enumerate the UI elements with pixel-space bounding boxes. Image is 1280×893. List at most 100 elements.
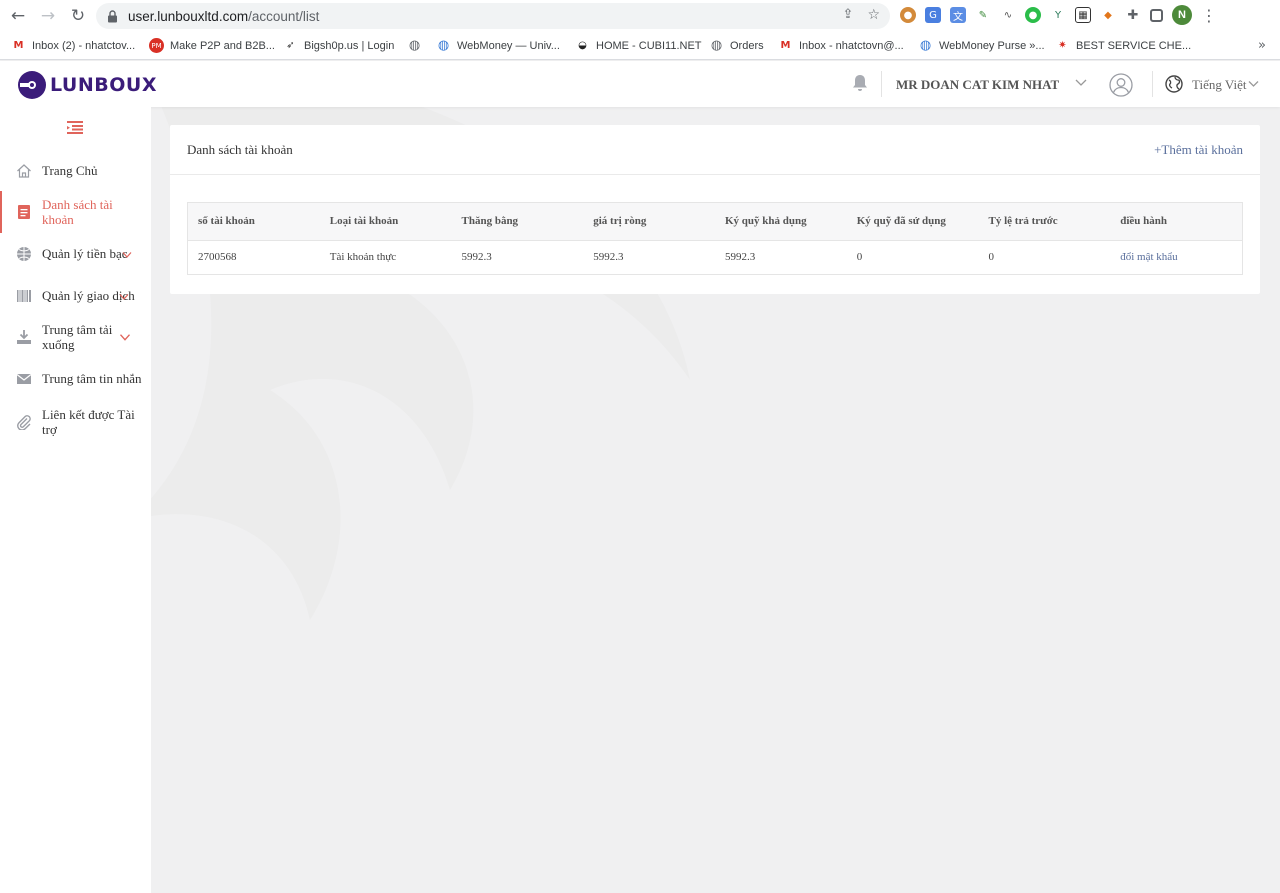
cell-balance: 5992.3 [461, 251, 492, 264]
bookmark-item[interactable]: ◍ [407, 38, 428, 53]
green-extension-icon[interactable]: ● [1025, 7, 1041, 23]
sidebar-item-download-center[interactable]: Trung tâm tải xuống [0, 319, 151, 355]
profile-avatar[interactable]: N [1172, 5, 1192, 25]
table-row: 2700568 Tài khoản thực 5992.3 5992.3 599… [188, 240, 1242, 274]
cell-available-margin: 5992.3 [725, 251, 756, 264]
header-divider [881, 71, 882, 97]
webmoney-icon: ◍ [437, 38, 450, 53]
extensions-bar: ● G 文 ✎ ∿ ● Y ▦ ◆ ✚ N ⋮ [900, 5, 1217, 25]
puzzle-extension-icon[interactable]: ✚ [1125, 7, 1141, 23]
rocket-icon: ➶ [286, 40, 295, 51]
sidepanel-icon[interactable] [1150, 8, 1163, 22]
download-icon [17, 330, 31, 344]
col-available-margin: Ký quỹ khả dụng [715, 203, 847, 241]
bookmark-item[interactable]: M Inbox (2) - nhatctov... [11, 38, 136, 53]
bookmark-item[interactable]: ✷ BEST SERVICE CHE... [1055, 38, 1191, 53]
globe-money-icon [17, 247, 31, 261]
share-icon[interactable]: ⇪ [843, 7, 854, 23]
address-bar[interactable]: user.lunbouxltd.com/account/list ⇪ ☆ [96, 3, 890, 29]
col-account-number: số tài khoản [188, 203, 320, 241]
bell-icon[interactable] [852, 74, 868, 92]
sidebar-item-money-management[interactable]: Quản lý tiền bạc [0, 241, 151, 267]
account-table: số tài khoản Loại tài khoản Thăng bằng g… [187, 202, 1243, 275]
webmoney-icon: ◍ [919, 38, 932, 53]
bookmark-item[interactable]: ◍ WebMoney Purse »... [918, 38, 1045, 53]
sidebar-item-sponsored-links[interactable]: Liên kết được Tài trợ [0, 404, 151, 440]
cookie-extension-icon[interactable]: ● [900, 7, 916, 23]
bookmark-item[interactable]: ➶ Bigsh0p.us | Login [283, 38, 394, 53]
menu-collapse-icon[interactable] [67, 121, 83, 134]
address-url: user.lunbouxltd.com/account/list [128, 8, 320, 24]
language-selector[interactable]: Tiếng Việt [1192, 77, 1246, 93]
col-prepayment-ratio: Tỷ lệ trả trước [978, 203, 1111, 241]
gmail-icon: M [780, 40, 791, 51]
logo[interactable]: LUNBOUX [17, 70, 157, 100]
sidebar-item-transaction-management[interactable]: Quản lý giao dịch [0, 283, 151, 309]
sidebar-item-message-center[interactable]: Trung tâm tin nhắn [0, 366, 151, 392]
cell-account-type: Tài khoản thực [329, 251, 397, 264]
sidebar: Trang Chủ Danh sách tài khoản Quản lý ti… [0, 107, 151, 893]
account-list-card: Danh sách tài khoản +Thêm tài khoản số t… [170, 125, 1260, 294]
header-divider [1152, 71, 1153, 97]
mail-icon [16, 374, 32, 384]
reload-icon[interactable]: ↻ [63, 1, 93, 31]
bookmark-star-icon[interactable]: ☆ [867, 7, 880, 23]
cell-account-number: 2700568 [198, 251, 237, 264]
cell-net-value: 5992.3 [593, 251, 624, 264]
chevron-down-icon[interactable] [119, 293, 129, 301]
page-title: Danh sách tài khoản [187, 142, 293, 157]
translate-extension-icon[interactable]: G [925, 7, 941, 23]
bookmark-item[interactable]: ◒ HOME - CUBI11.NET [575, 38, 701, 53]
change-password-link[interactable]: đổi mật khẩu [1110, 240, 1242, 274]
card-header: Danh sách tài khoản +Thêm tài khoản [170, 125, 1260, 175]
barcode-icon [17, 290, 31, 302]
col-account-type: Loại tài khoản [319, 203, 452, 241]
browser-toolbar: ← → ↻ user.lunbouxltd.com/account/list ⇪… [0, 0, 1280, 32]
qr-extension-icon[interactable]: ▦ [1075, 7, 1091, 23]
list-document-icon [18, 205, 30, 219]
bookmark-item[interactable]: M Inbox - nhatctovn@... [778, 38, 904, 53]
globe-icon: ◍ [408, 38, 421, 53]
sidebar-item-account-list[interactable]: Danh sách tài khoản [0, 191, 151, 233]
col-net-value: giá trị ròng [583, 203, 715, 241]
logo-text: LUNBOUX [50, 74, 157, 96]
user-name[interactable]: MR DOAN CAT KIM NHAT [896, 77, 1059, 93]
cell-prepayment-ratio: 0 [988, 251, 995, 264]
col-actions: điều hành [1110, 203, 1242, 241]
bookmarks-overflow-button[interactable]: » [1258, 38, 1266, 53]
chevron-down-icon[interactable] [119, 333, 131, 342]
col-balance: Thăng bằng [451, 203, 584, 241]
metamask-extension-icon[interactable]: ◆ [1100, 7, 1116, 23]
eye-icon: ◒ [578, 40, 587, 51]
chevron-down-icon[interactable] [122, 251, 132, 259]
chevron-down-icon[interactable] [1248, 78, 1259, 89]
col-used-margin: Ký quỹ đã sử dụng [846, 203, 979, 241]
back-icon[interactable]: ← [3, 1, 33, 31]
globe-icon: ◍ [710, 38, 723, 53]
plant-extension-icon[interactable]: Y [1050, 7, 1066, 23]
sidebar-item-home[interactable]: Trang Chủ [0, 157, 151, 185]
signature-extension-icon[interactable]: ∿ [1000, 7, 1016, 23]
chevron-down-icon[interactable] [1075, 76, 1087, 88]
add-account-link[interactable]: +Thêm tài khoản [1154, 142, 1243, 158]
user-avatar-icon[interactable] [1109, 73, 1133, 97]
browser-menu-icon[interactable]: ⋮ [1201, 6, 1217, 25]
globe-icon[interactable] [1165, 75, 1183, 93]
lock-icon [107, 9, 123, 23]
star-icon: ✷ [1058, 40, 1067, 51]
eyedropper-extension-icon[interactable]: ✎ [975, 7, 991, 23]
cell-used-margin: 0 [856, 251, 863, 264]
home-icon [17, 164, 31, 178]
bookmark-item[interactable]: ◍ Orders [709, 38, 764, 53]
gmail-icon: M [13, 40, 24, 51]
translate2-extension-icon[interactable]: 文 [950, 7, 966, 23]
app-header: LUNBOUX MR DOAN CAT KIM NHAT Tiếng Việt [0, 61, 1280, 107]
bookmark-item[interactable]: ◍ WebMoney — Univ... [436, 38, 560, 53]
pm-icon: PM [149, 38, 164, 53]
forward-icon[interactable]: → [33, 1, 63, 31]
paperclip-icon [17, 415, 31, 430]
table-header-row: số tài khoản Loại tài khoản Thăng bằng g… [188, 203, 1242, 241]
bookmark-item[interactable]: PM Make P2P and B2B... [149, 38, 275, 53]
bookmarks-bar: M Inbox (2) - nhatctov... PM Make P2P and … [0, 32, 1280, 60]
lunboux-logo-icon [18, 71, 46, 99]
